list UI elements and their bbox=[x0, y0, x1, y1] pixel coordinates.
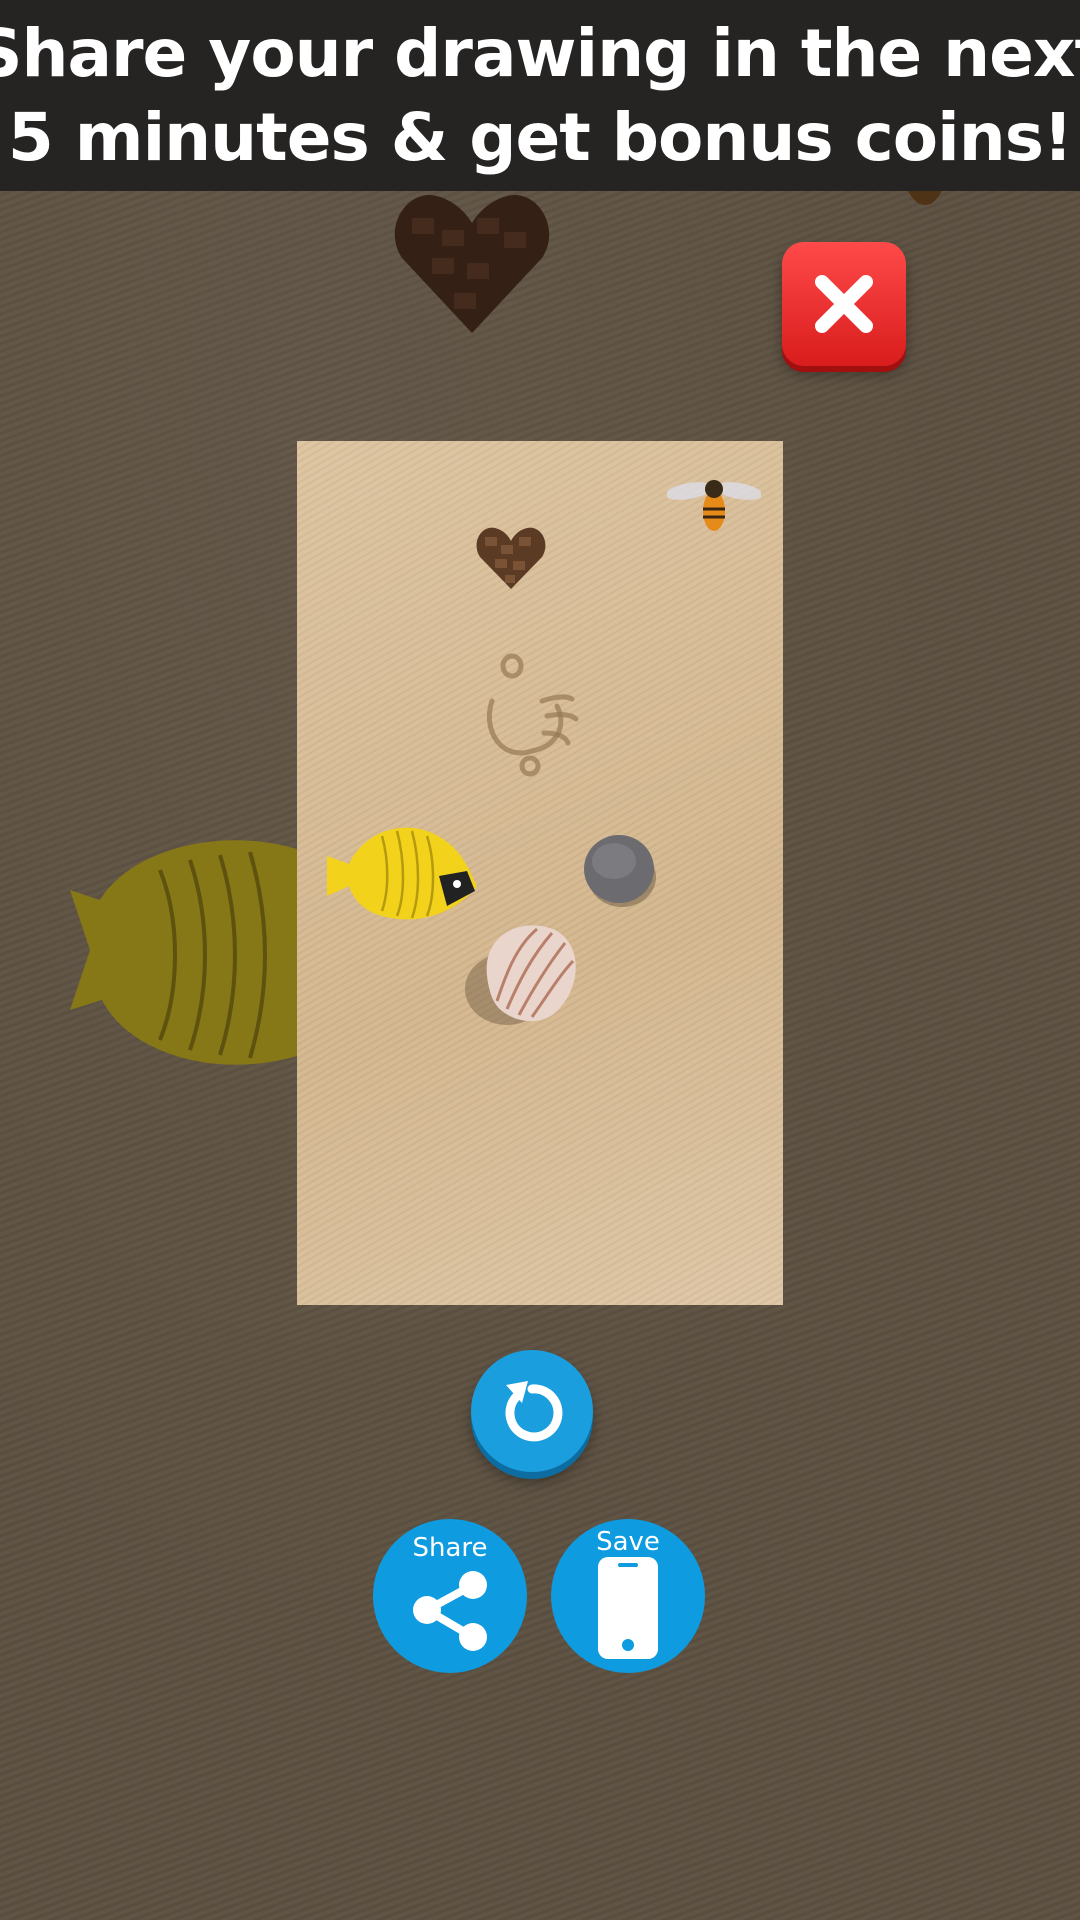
share-icon bbox=[413, 1571, 487, 1651]
banner-line-1: Share your drawing in the next bbox=[0, 14, 1080, 92]
promo-banner: Share your drawing in the next 5 minutes… bbox=[0, 0, 1080, 191]
heart-icon bbox=[476, 527, 546, 589]
seashell-icon bbox=[465, 925, 576, 1025]
drawing-preview bbox=[297, 441, 783, 1305]
handprint-icon bbox=[486, 653, 579, 777]
stone-icon bbox=[584, 835, 656, 907]
replay-button[interactable] bbox=[471, 1350, 593, 1472]
close-button[interactable] bbox=[782, 242, 906, 366]
share-button-label: Share bbox=[412, 1533, 488, 1563]
replay-icon bbox=[505, 1381, 563, 1442]
banner-line-2: 5 minutes & get bonus coins! bbox=[7, 98, 1073, 176]
save-button-label: Save bbox=[596, 1527, 660, 1557]
yellow-fish-icon bbox=[327, 827, 477, 920]
bee-icon bbox=[667, 480, 761, 531]
save-button[interactable]: Save bbox=[551, 1519, 705, 1673]
share-button[interactable]: Share bbox=[373, 1519, 527, 1673]
phone-icon bbox=[598, 1557, 658, 1659]
close-x-icon bbox=[815, 275, 873, 333]
